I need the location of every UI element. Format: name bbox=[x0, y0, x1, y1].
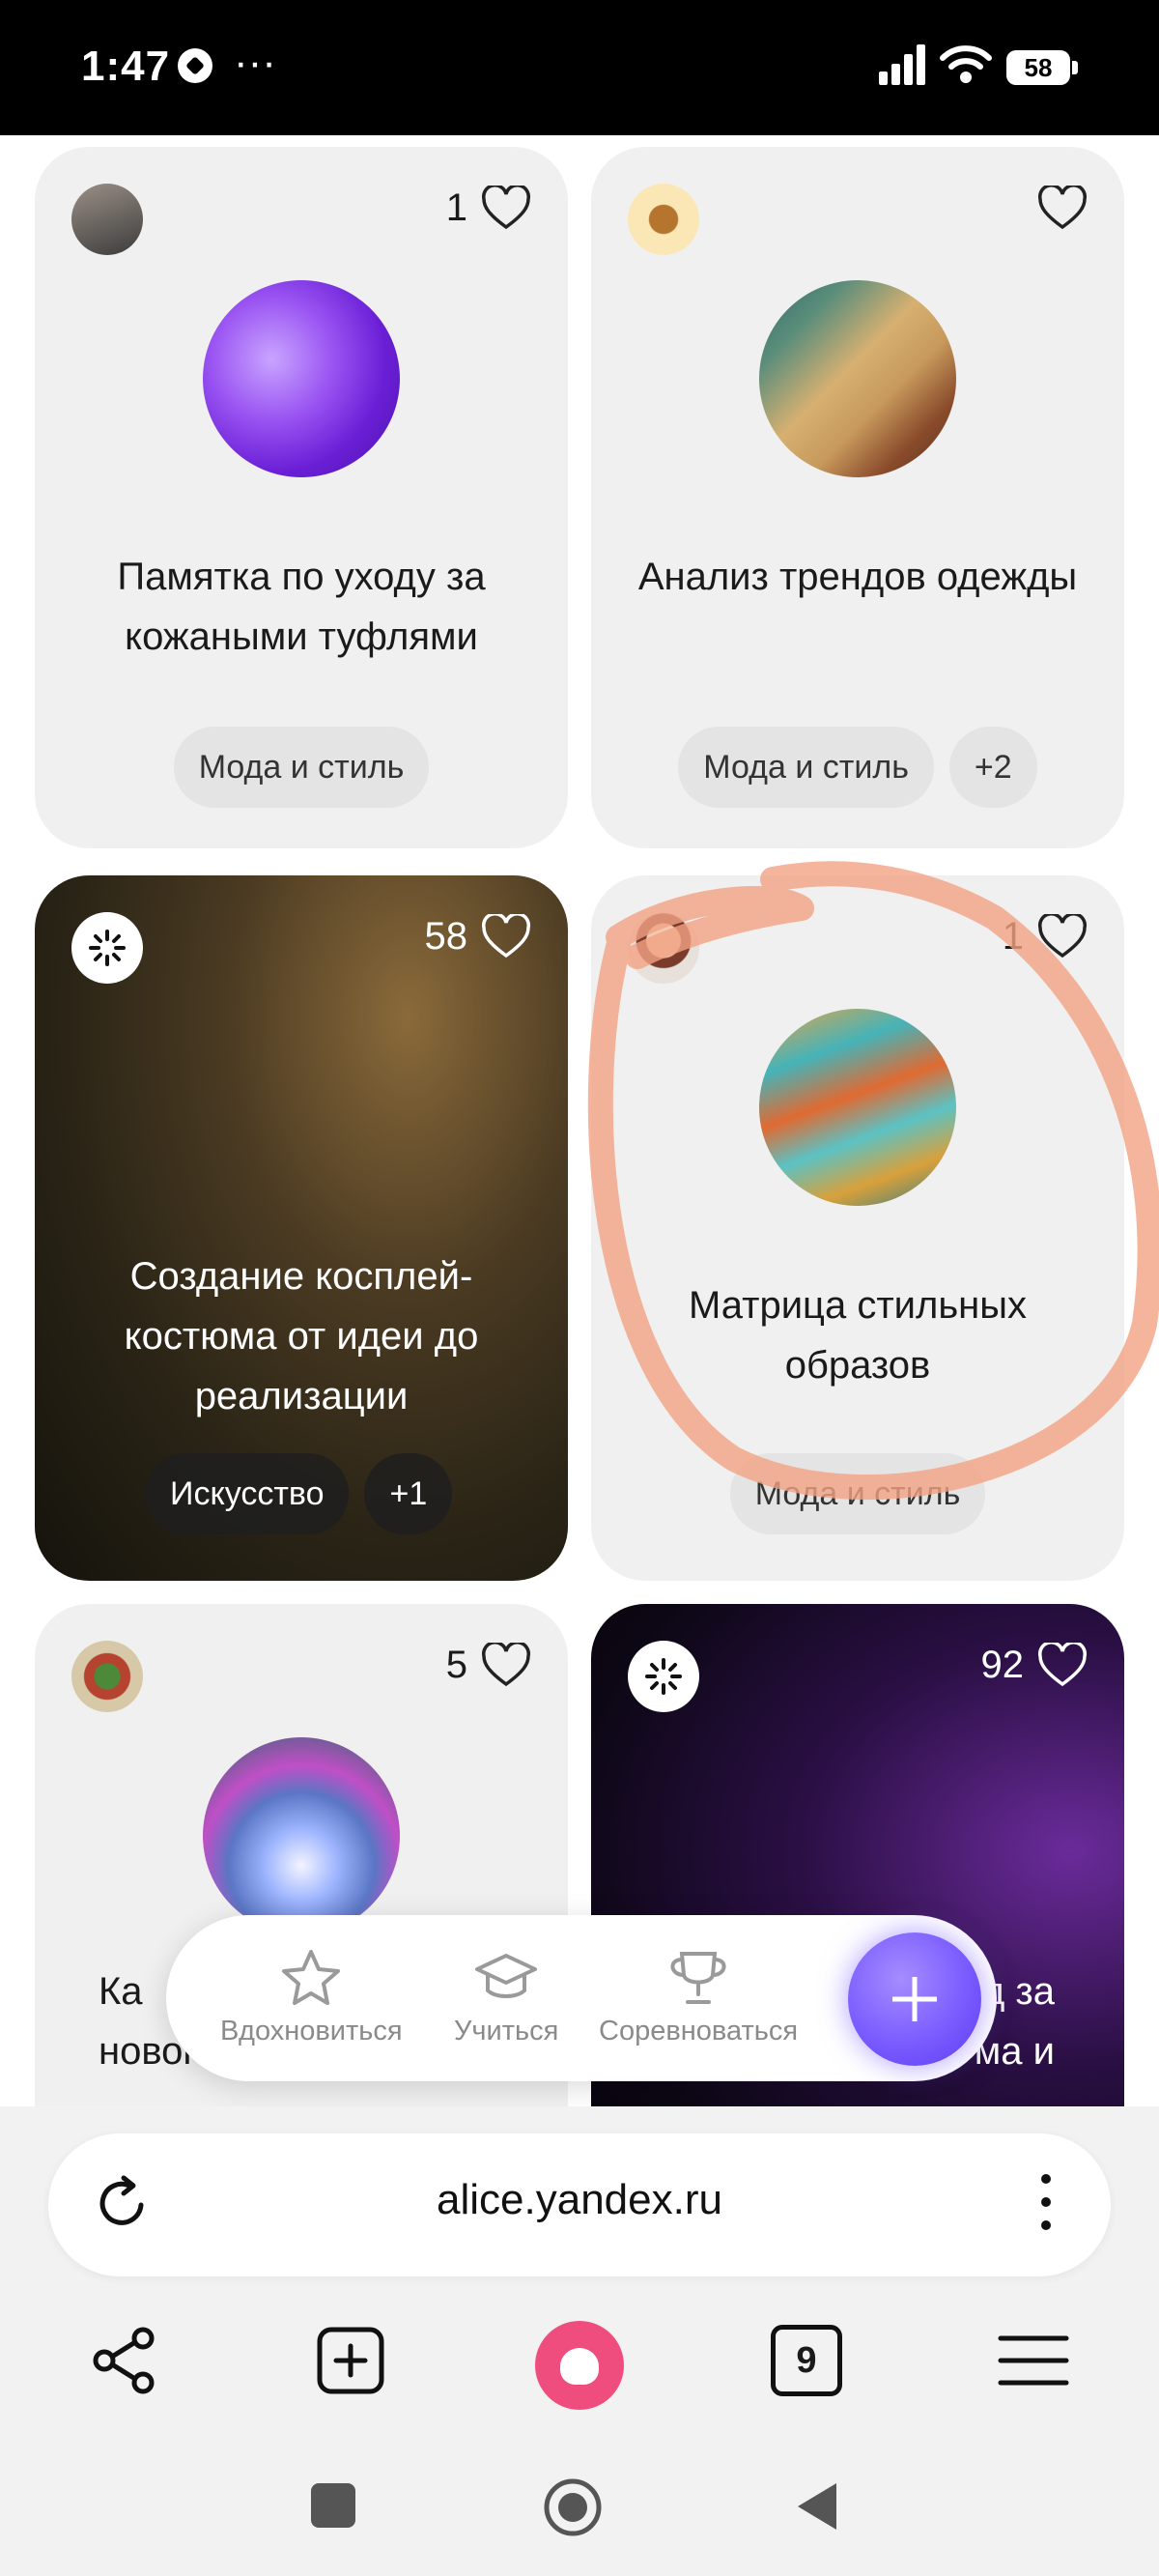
star-icon bbox=[282, 1950, 341, 2005]
hamburger-menu-icon[interactable] bbox=[995, 2325, 1072, 2396]
heart-icon[interactable] bbox=[481, 186, 531, 230]
home-circle-icon[interactable] bbox=[543, 2477, 603, 2537]
share-icon[interactable] bbox=[89, 2325, 160, 2396]
nav-inspire-label: Вдохновиться bbox=[220, 2016, 403, 2046]
battery-indicator: 58 bbox=[1006, 50, 1078, 85]
card-tags: Мода и стиль bbox=[35, 727, 568, 808]
status-more-indicator: ··· bbox=[234, 39, 276, 86]
system-navigation-bar bbox=[0, 2450, 1159, 2576]
recents-square-icon[interactable] bbox=[309, 2481, 357, 2530]
cards-feed[interactable]: 1 Памятка по уходу за кожаными туфлями М… bbox=[0, 135, 1159, 2106]
card-title: Создание косплей-костюма от идеи до реал… bbox=[124, 1255, 479, 1417]
tag-more-chip[interactable]: +2 bbox=[948, 727, 1037, 808]
signal-icon bbox=[879, 43, 929, 85]
tag-chip[interactable]: Мода и стиль bbox=[678, 727, 934, 808]
author-avatar[interactable] bbox=[71, 184, 143, 255]
author-avatar[interactable] bbox=[628, 184, 699, 255]
likes-count: 92 bbox=[980, 1643, 1025, 1686]
alice-assistant-button[interactable] bbox=[535, 2321, 624, 2410]
card-title: Матрица стильных образов bbox=[689, 1284, 1027, 1387]
heart-icon[interactable] bbox=[481, 1643, 531, 1687]
tag-chip[interactable]: Мода и стиль bbox=[173, 727, 430, 808]
url-text[interactable]: alice.yandex.ru bbox=[48, 2176, 1111, 2224]
status-time: 1:47 bbox=[81, 43, 171, 90]
heart-icon[interactable] bbox=[481, 914, 531, 959]
tag-chip[interactable]: Мода и стиль bbox=[729, 1453, 986, 1534]
nav-compete-label: Соревноваться bbox=[599, 2016, 799, 2046]
more-menu-icon[interactable] bbox=[1041, 2174, 1053, 2244]
title-line-1: Ка bbox=[99, 1970, 143, 2013]
trophy-icon bbox=[670, 1952, 726, 2004]
heart-icon[interactable] bbox=[1037, 914, 1088, 959]
card-tags: Искусство +1 bbox=[35, 1453, 568, 1534]
likes-count: 1 bbox=[1002, 914, 1024, 958]
soccer-ball-icon bbox=[178, 48, 212, 83]
likes-counter[interactable]: 58 bbox=[425, 914, 532, 959]
card-style-matrix[interactable]: 1 Матрица стильных образов Мода и стиль bbox=[591, 875, 1124, 1581]
tabs-counter-button[interactable]: 9 bbox=[771, 2325, 842, 2396]
graduation-cap-icon bbox=[475, 1954, 538, 1998]
heart-icon[interactable] bbox=[1037, 186, 1088, 230]
browser-chrome: alice.yandex.ru 9 bbox=[0, 2106, 1159, 2576]
nav-learn[interactable]: Учиться bbox=[454, 1948, 558, 2047]
card-clothing-trends[interactable]: Анализ трендов одежды Мода и стиль +2 bbox=[591, 147, 1124, 848]
author-avatar[interactable] bbox=[71, 1641, 143, 1712]
topic-image bbox=[203, 1737, 400, 1934]
topic-image bbox=[759, 280, 956, 477]
topic-image bbox=[759, 1009, 956, 1206]
nav-compete[interactable]: Соревноваться bbox=[599, 1948, 798, 2047]
topic-image bbox=[203, 280, 400, 477]
nav-learn-label: Учиться bbox=[454, 2016, 559, 2046]
card-title: Анализ трендов одежды bbox=[637, 556, 1078, 598]
address-bar[interactable]: alice.yandex.ru bbox=[48, 2133, 1111, 2276]
likes-counter[interactable]: 1 bbox=[446, 186, 531, 230]
create-plus-button[interactable] bbox=[848, 1932, 981, 2066]
card-tags: Мода и стиль bbox=[591, 1453, 1124, 1534]
status-bar: 1:47 ··· 58 bbox=[0, 0, 1159, 135]
card-title: Памятка по уходу за кожаными туфлями bbox=[117, 556, 486, 658]
tag-more-chip[interactable]: +1 bbox=[364, 1453, 453, 1534]
card-tags: Мода и стиль +2 bbox=[591, 727, 1124, 808]
likes-counter[interactable]: 1 bbox=[1003, 914, 1088, 959]
likes-count: 1 bbox=[445, 186, 467, 229]
heart-icon[interactable] bbox=[1037, 1643, 1088, 1687]
back-triangle-icon[interactable] bbox=[792, 2479, 840, 2533]
likes-counter[interactable] bbox=[1024, 186, 1088, 230]
author-avatar[interactable] bbox=[628, 912, 699, 984]
new-tab-icon[interactable] bbox=[315, 2325, 386, 2396]
likes-counter[interactable]: 92 bbox=[981, 1643, 1088, 1687]
tag-chip[interactable]: Искусство bbox=[145, 1453, 350, 1534]
wifi-icon bbox=[940, 45, 992, 83]
card-cosplay[interactable]: 58 Создание косплей-костюма от идеи до р… bbox=[35, 875, 568, 1581]
likes-count: 58 bbox=[424, 914, 468, 958]
likes-count: 5 bbox=[445, 1643, 467, 1686]
ai-generated-badge-icon bbox=[71, 912, 143, 984]
card-leather-shoes[interactable]: 1 Памятка по уходу за кожаными туфлями М… bbox=[35, 147, 568, 848]
likes-counter[interactable]: 5 bbox=[446, 1643, 531, 1687]
ai-generated-badge-icon bbox=[628, 1641, 699, 1712]
nav-inspire[interactable]: Вдохновиться bbox=[220, 1948, 403, 2047]
